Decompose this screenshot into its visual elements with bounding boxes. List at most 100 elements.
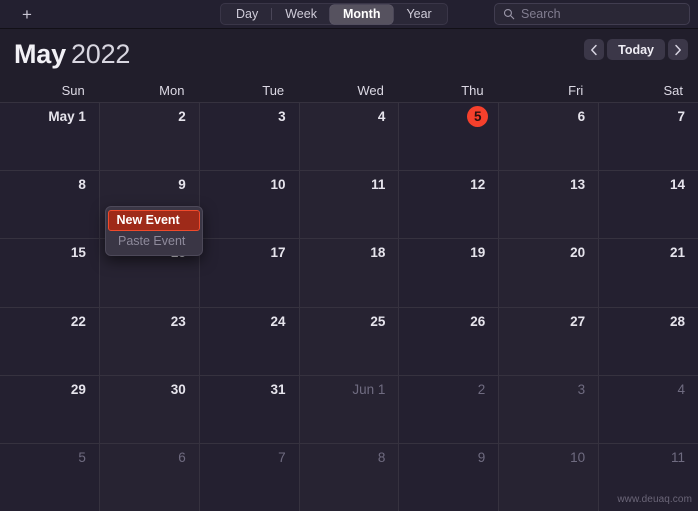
weekday-header-row: Sun Mon Tue Wed Thu Fri Sat — [0, 79, 698, 103]
day-cell[interactable]: 19 — [399, 239, 500, 307]
day-cell[interactable]: Jun 1 — [299, 375, 400, 443]
day-number: 30 — [170, 381, 186, 397]
day-cell[interactable]: 15 — [0, 239, 100, 307]
menu-item-new-event[interactable]: New Event — [108, 210, 200, 231]
add-event-button[interactable]: + — [14, 4, 40, 24]
day-number: 19 — [470, 245, 486, 261]
day-number: 10 — [570, 449, 586, 465]
weekday-label-sat: Sat — [663, 83, 684, 98]
week-row: 22 23 24 25 26 27 28 — [0, 307, 698, 376]
day-cell[interactable]: 20 — [499, 239, 600, 307]
day-cell[interactable]: 2 — [399, 375, 500, 443]
day-number-today: 5 — [399, 106, 498, 129]
day-cell[interactable]: 5 — [399, 103, 500, 171]
view-tab-month[interactable]: Month — [329, 4, 394, 24]
day-cell[interactable]: 3 — [499, 375, 600, 443]
day-cell[interactable]: 25 — [299, 307, 400, 375]
day-number: Jun 1 — [352, 381, 386, 397]
day-number: 4 — [677, 381, 686, 397]
day-cell[interactable]: 26 — [399, 307, 500, 375]
day-cell[interactable]: 30 — [99, 375, 200, 443]
day-number: 11 — [671, 449, 686, 465]
day-cell[interactable]: 8 — [0, 171, 100, 239]
day-cell[interactable]: 7 — [599, 103, 698, 171]
day-cell[interactable]: 5 — [0, 443, 100, 511]
day-number: 6 — [178, 449, 186, 465]
day-number: 5 — [78, 449, 86, 465]
week-row: 5 6 7 8 9 10 11 — [0, 443, 698, 511]
day-cell[interactable]: 31 — [199, 375, 300, 443]
next-month-button[interactable] — [668, 39, 688, 60]
search-placeholder: Search — [521, 7, 561, 21]
day-cell[interactable]: 27 — [499, 307, 600, 375]
day-number: 10 — [270, 177, 286, 193]
day-cell[interactable]: 9 — [399, 443, 500, 511]
day-cell[interactable]: 22 — [0, 307, 100, 375]
previous-month-button[interactable] — [584, 39, 605, 60]
day-cell[interactable]: 2 — [99, 103, 200, 171]
day-number: 21 — [669, 245, 686, 261]
day-number: 18 — [370, 245, 386, 261]
day-number: 6 — [577, 109, 586, 124]
day-cell[interactable]: 6 — [499, 103, 600, 171]
calendar-app-window: + Day Week Month Year Search May 2022 To… — [0, 0, 698, 511]
day-number: 4 — [377, 109, 386, 124]
date-navigation: Today — [584, 39, 688, 60]
day-number: 31 — [270, 381, 286, 397]
day-cell[interactable]: 12 — [399, 171, 500, 239]
day-cell[interactable]: 4 — [599, 375, 698, 443]
day-cell[interactable]: 18 — [299, 239, 400, 307]
context-menu: New Event Paste Event — [105, 206, 203, 256]
title-year: 2022 — [70, 38, 131, 69]
weekday-label-fri: Fri — [568, 83, 584, 98]
view-tab-year[interactable]: Year — [393, 5, 444, 24]
weekday-label-tue: Tue — [262, 83, 285, 98]
day-cell[interactable]: 10 — [499, 443, 600, 511]
title-month: May — [14, 38, 66, 69]
day-cell[interactable]: May 1 — [0, 103, 100, 171]
day-number: 9 — [178, 177, 186, 193]
day-cell[interactable]: 24 — [199, 307, 300, 375]
day-number: 22 — [70, 313, 86, 329]
menu-item-paste-event: Paste Event — [118, 234, 186, 248]
day-number: 27 — [570, 313, 586, 329]
day-number: 23 — [170, 313, 186, 329]
view-tab-week[interactable]: Week — [272, 5, 330, 24]
day-cell[interactable]: 13 — [499, 171, 600, 239]
day-number: 13 — [570, 177, 586, 193]
day-cell[interactable]: 29 — [0, 375, 100, 443]
day-number: 15 — [70, 245, 86, 261]
today-button[interactable]: Today — [607, 39, 665, 60]
day-cell[interactable]: 14 — [599, 171, 698, 239]
day-number: 9 — [477, 449, 486, 465]
day-cell[interactable]: 6 — [99, 443, 200, 511]
weekday-label-sun: Sun — [61, 83, 85, 98]
day-number: 7 — [677, 109, 686, 124]
day-cell[interactable]: 23 — [99, 307, 200, 375]
day-number: 26 — [470, 313, 486, 329]
search-field[interactable]: Search — [494, 3, 690, 25]
day-cell[interactable]: 8 — [299, 443, 400, 511]
chevron-left-icon — [591, 44, 597, 55]
day-number: 25 — [370, 313, 386, 329]
day-number: 17 — [270, 245, 286, 261]
day-cell[interactable]: 28 — [599, 307, 698, 375]
day-cell[interactable]: 7 — [199, 443, 300, 511]
day-cell[interactable]: 11 — [299, 171, 400, 239]
chevron-right-icon — [675, 44, 681, 55]
view-tab-day[interactable]: Day — [223, 5, 271, 24]
day-cell[interactable]: 10 — [199, 171, 300, 239]
weekday-label-thu: Thu — [461, 83, 484, 98]
day-number: 8 — [78, 177, 86, 193]
calendar-header: May 2022 Today — [0, 29, 698, 79]
day-cell[interactable]: 3 — [199, 103, 300, 171]
day-cell[interactable]: 21 — [599, 239, 698, 307]
day-cell[interactable]: 4 — [299, 103, 400, 171]
weekday-label-wed: Wed — [357, 83, 384, 98]
day-number: 12 — [470, 177, 486, 193]
day-cell[interactable]: 17 — [199, 239, 300, 307]
week-row: May 1 2 3 4 5 6 7 — [0, 103, 698, 172]
day-number: 11 — [371, 177, 386, 193]
watermark: www.deuaq.com — [617, 494, 692, 505]
today-badge: 5 — [467, 106, 489, 127]
